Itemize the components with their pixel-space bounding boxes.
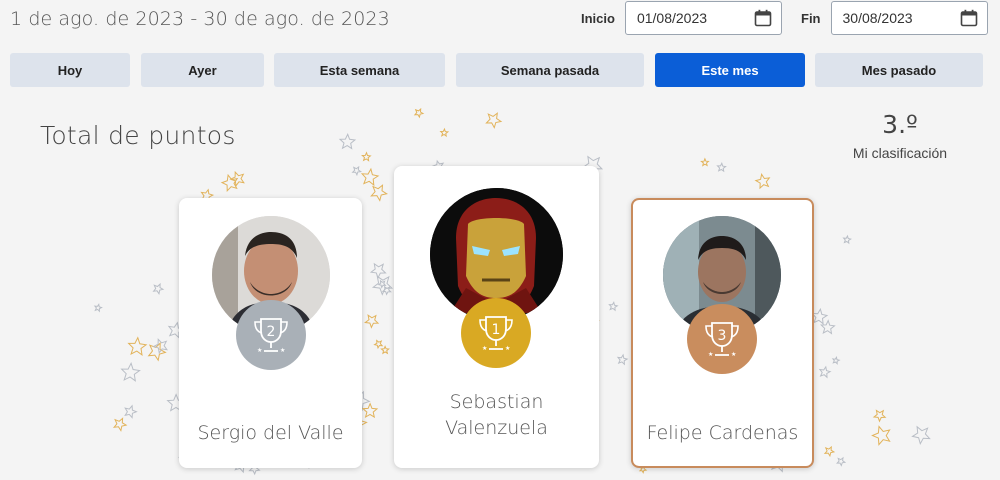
confetti-star bbox=[819, 319, 836, 335]
period-today-button[interactable]: Hoy bbox=[10, 53, 130, 87]
confetti-star bbox=[413, 107, 425, 119]
person-name-line-2: Valenzuela bbox=[445, 417, 548, 439]
end-date-label: Fin bbox=[801, 10, 821, 26]
confetti-star bbox=[93, 303, 103, 313]
confetti-star bbox=[361, 402, 379, 419]
place-number: 2 bbox=[267, 324, 276, 340]
period-yesterday-button[interactable]: Ayer bbox=[141, 53, 264, 87]
end-date-input[interactable]: 30/08/2023 bbox=[830, 1, 988, 35]
my-rank: 3.º Mi clasificación bbox=[840, 110, 960, 161]
confetti-star bbox=[229, 170, 245, 187]
trophy-icon: 2 ★ ★ bbox=[236, 300, 306, 370]
my-rank-value: 3.º bbox=[882, 110, 918, 139]
person-name: Sergio del Valle bbox=[197, 422, 344, 444]
confetti-star bbox=[716, 161, 727, 173]
start-date-group: Inicio 01/08/2023 bbox=[581, 1, 782, 35]
confetti-star bbox=[120, 362, 141, 382]
person-name: Felipe Cardenas bbox=[646, 422, 799, 444]
confetti-star bbox=[485, 112, 503, 129]
person-name-line-1: Sebastian bbox=[449, 391, 544, 413]
start-date-input[interactable]: 01/08/2023 bbox=[624, 1, 782, 35]
confetti-star bbox=[700, 157, 710, 167]
date-range-text: 1 de ago. de 2023 - 30 de ago. de 2023 bbox=[10, 8, 390, 30]
place-number: 1 bbox=[492, 322, 501, 338]
confetti-star bbox=[338, 133, 357, 150]
confetti-star bbox=[608, 301, 619, 312]
confetti-star bbox=[360, 167, 380, 187]
end-date-value: 30/08/2023 bbox=[842, 10, 913, 26]
period-last-month-button[interactable]: Mes pasado bbox=[815, 53, 983, 87]
confetti-star bbox=[439, 127, 450, 138]
confetti-star bbox=[364, 314, 380, 329]
period-last-week-button[interactable]: Semana pasada bbox=[456, 53, 644, 87]
section-title: Total de puntos bbox=[40, 121, 236, 150]
star-icon: ★ bbox=[708, 351, 713, 358]
confetti-star bbox=[380, 345, 390, 355]
confetti-star bbox=[911, 425, 931, 446]
confetti-star bbox=[836, 456, 847, 467]
confetti-star bbox=[220, 173, 239, 193]
place-number: 3 bbox=[718, 328, 727, 344]
confetti-star bbox=[373, 339, 384, 350]
confetti-star bbox=[871, 425, 891, 446]
star-icon: ★ bbox=[257, 347, 262, 354]
confetti-star bbox=[818, 365, 832, 379]
my-rank-label: Mi clasificación bbox=[852, 145, 948, 161]
confetti-star bbox=[124, 404, 138, 419]
confetti-star bbox=[112, 417, 128, 432]
confetti-star bbox=[369, 262, 387, 280]
confetti-star bbox=[381, 285, 392, 296]
podium-card-first[interactable]: 1 ★ ★ Sebastian Valenzuela bbox=[394, 166, 599, 468]
start-date-value: 01/08/2023 bbox=[636, 10, 708, 26]
podium-card-third[interactable]: 3 ★ ★ Felipe Cardenas bbox=[631, 198, 814, 468]
confetti-star bbox=[377, 279, 387, 289]
star-icon: ★ bbox=[482, 345, 487, 352]
confetti-star bbox=[616, 353, 629, 366]
trophy-icon: 1 ★ ★ bbox=[461, 298, 531, 368]
confetti-star bbox=[152, 338, 168, 355]
confetti-star bbox=[371, 275, 394, 296]
star-icon: ★ bbox=[731, 351, 736, 358]
period-this-month-button[interactable]: Este mes bbox=[655, 53, 805, 87]
end-date-group: Fin 30/08/2023 bbox=[801, 1, 988, 35]
confetti-star bbox=[831, 356, 841, 365]
trophy-icon: 3 ★ ★ bbox=[687, 304, 757, 374]
star-icon: ★ bbox=[505, 345, 510, 352]
confetti-star bbox=[370, 184, 388, 202]
confetti-star bbox=[152, 282, 165, 295]
confetti-star bbox=[823, 445, 836, 458]
calendar-icon[interactable] bbox=[754, 9, 772, 27]
calendar-icon[interactable] bbox=[960, 9, 978, 27]
confetti-star bbox=[811, 307, 829, 325]
confetti-star bbox=[754, 173, 771, 190]
confetti-star bbox=[127, 336, 148, 357]
confetti-star bbox=[872, 409, 887, 423]
confetti-star bbox=[842, 234, 852, 245]
period-this-week-button[interactable]: Esta semana bbox=[274, 53, 445, 87]
start-date-label: Inicio bbox=[581, 10, 615, 26]
confetti-star bbox=[361, 151, 372, 162]
confetti-star bbox=[147, 342, 167, 362]
podium-card-second[interactable]: 2 ★ ★ Sergio del Valle bbox=[179, 198, 362, 468]
confetti-star bbox=[351, 165, 363, 177]
star-icon: ★ bbox=[280, 347, 285, 354]
